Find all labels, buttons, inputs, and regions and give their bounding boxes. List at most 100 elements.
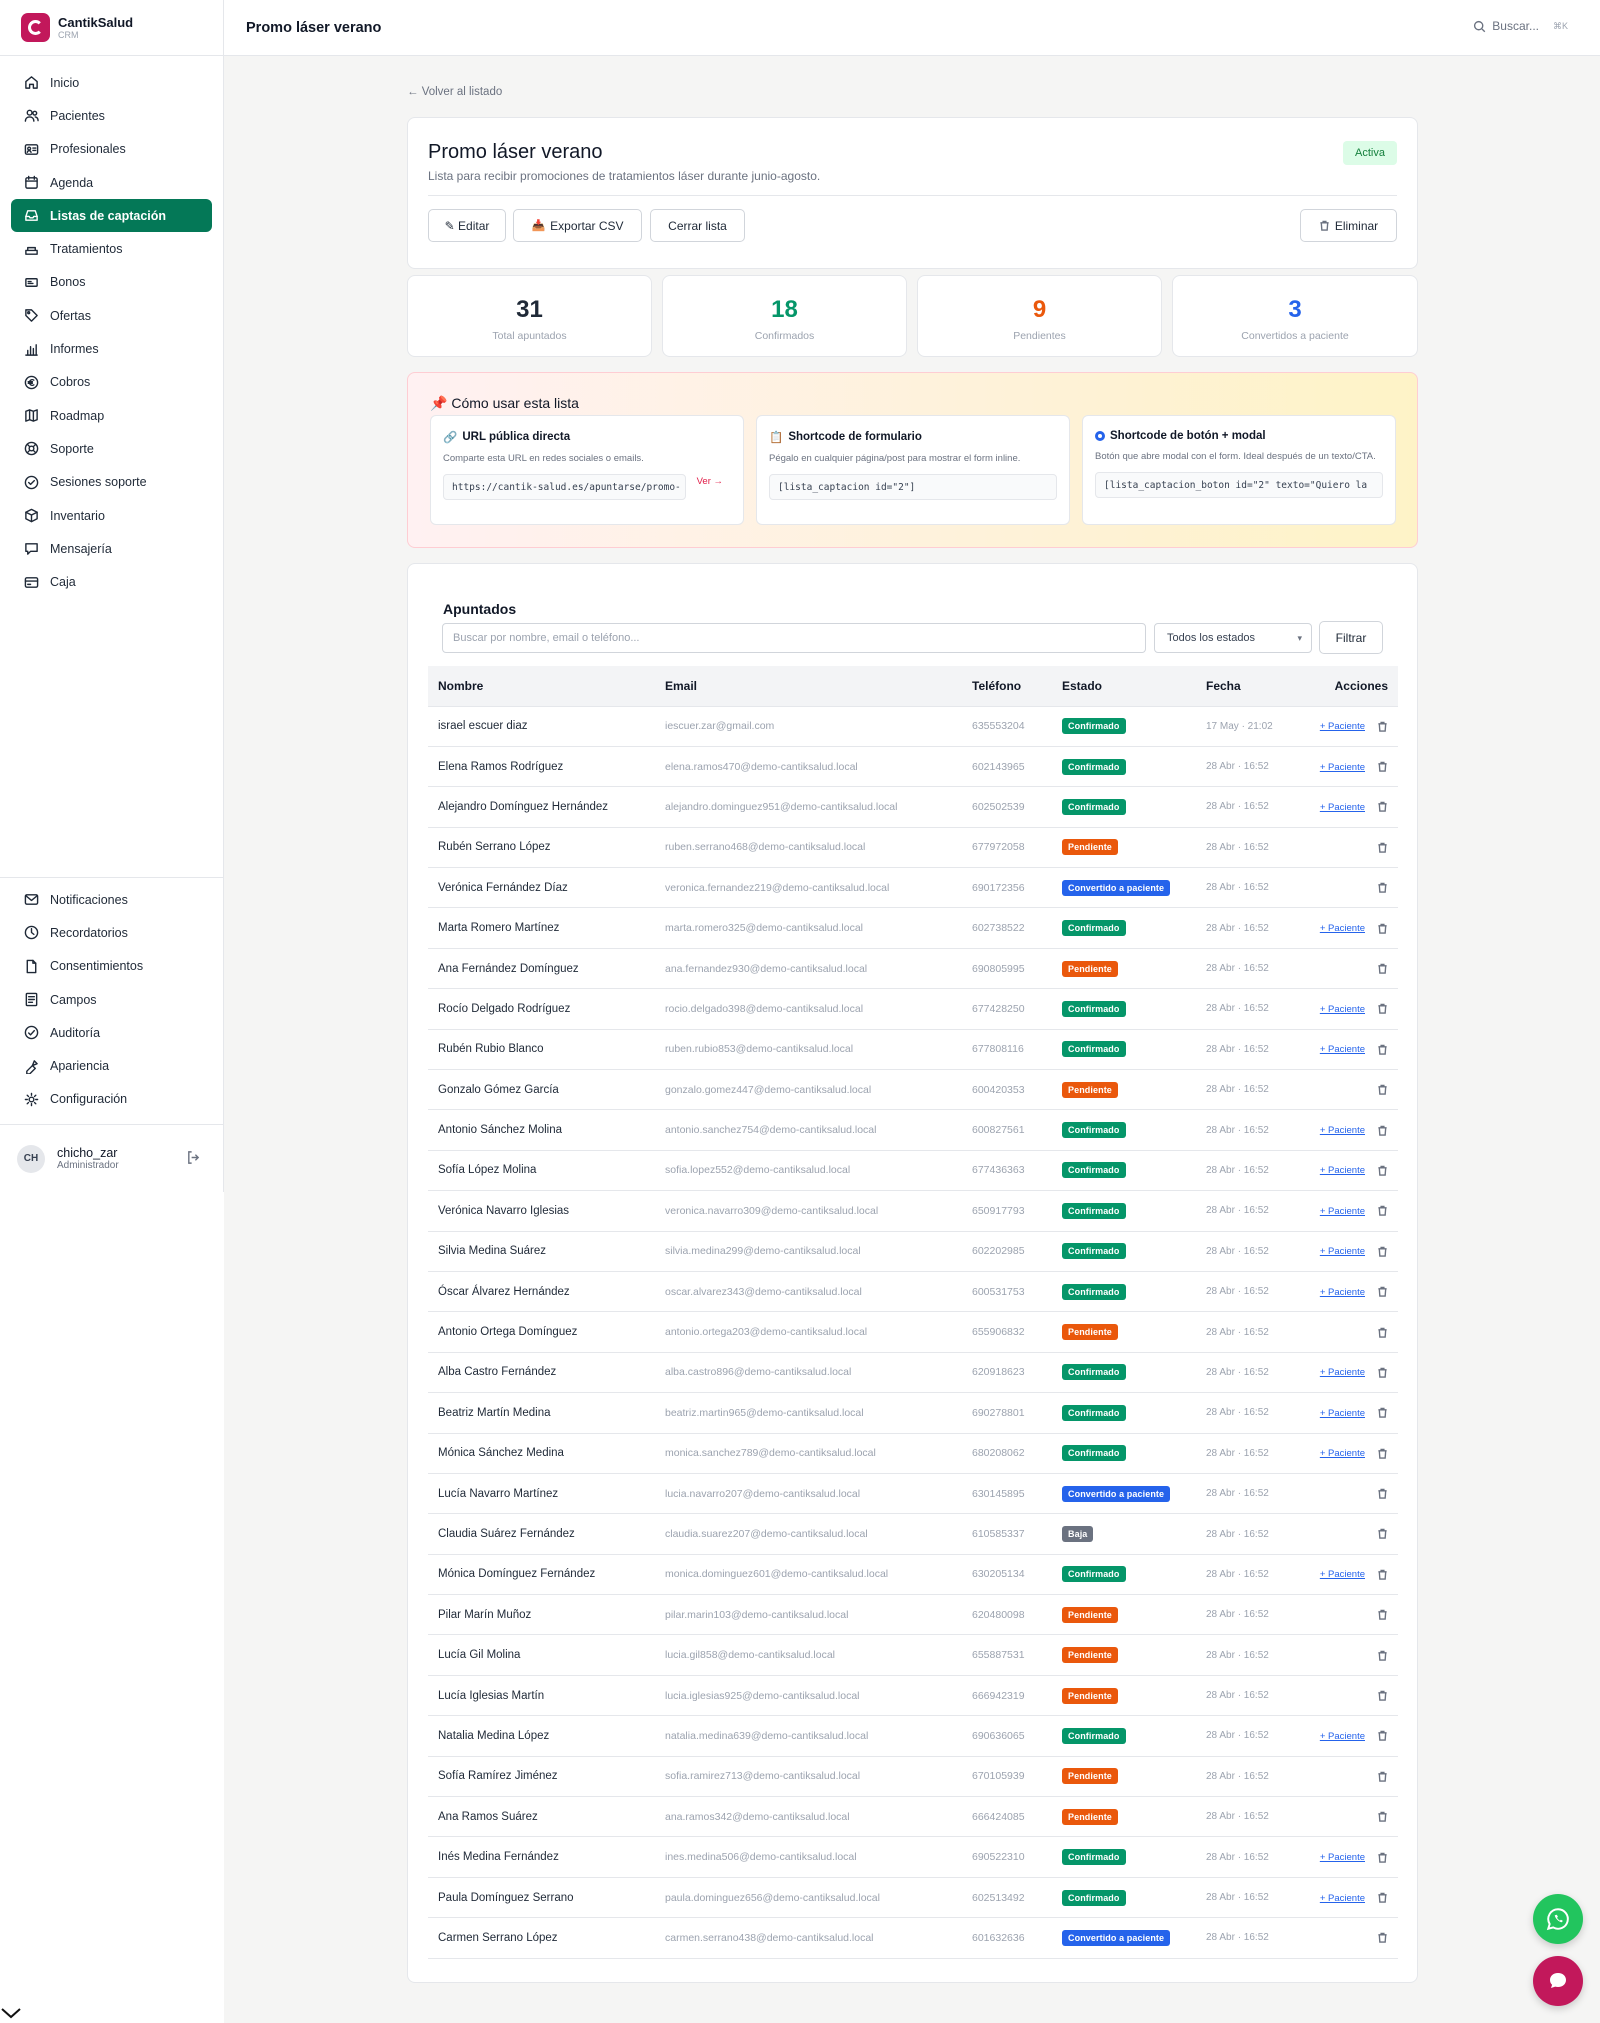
- sidebar-item-tratamientos[interactable]: Tratamientos: [11, 232, 212, 265]
- add-patient-link[interactable]: + Paciente: [1320, 1004, 1365, 1015]
- trash-icon[interactable]: [1377, 1569, 1388, 1580]
- add-patient-link[interactable]: + Paciente: [1320, 721, 1365, 732]
- add-patient-link[interactable]: + Paciente: [1320, 1448, 1365, 1459]
- trash-icon[interactable]: [1377, 1044, 1388, 1055]
- trash-icon[interactable]: [1377, 1084, 1388, 1095]
- add-patient-link[interactable]: + Paciente: [1320, 1852, 1365, 1863]
- trash-icon[interactable]: [1377, 801, 1388, 813]
- add-patient-link[interactable]: + Paciente: [1320, 1731, 1365, 1742]
- export-csv-label: Exportar CSV: [550, 218, 624, 233]
- sidebar-item-listas-de-captaci-n[interactable]: Listas de captación: [11, 199, 212, 233]
- column-header-email[interactable]: Email: [655, 666, 962, 707]
- trash-icon[interactable]: [1377, 1690, 1388, 1701]
- trash-icon[interactable]: [1377, 761, 1388, 772]
- sidebar-item-bonos[interactable]: Bonos: [11, 266, 212, 299]
- view-link[interactable]: Ver →: [697, 476, 723, 487]
- sidebar-item-mensajer-a[interactable]: Mensajería: [11, 532, 212, 565]
- trash-icon[interactable]: [1377, 1852, 1388, 1863]
- add-patient-link[interactable]: + Paciente: [1320, 1367, 1365, 1378]
- add-patient-link[interactable]: + Paciente: [1320, 1246, 1365, 1257]
- trash-icon[interactable]: [1377, 1528, 1388, 1540]
- trash-icon[interactable]: [1377, 1892, 1388, 1903]
- add-patient-link[interactable]: + Paciente: [1320, 762, 1365, 773]
- trash-icon[interactable]: [1377, 1327, 1388, 1338]
- add-patient-link[interactable]: + Paciente: [1320, 923, 1365, 934]
- brand[interactable]: CantikSalud CRM: [0, 0, 223, 56]
- trash-icon[interactable]: [1377, 963, 1388, 974]
- sidebar-item-roadmap[interactable]: Roadmap: [11, 399, 212, 432]
- row-status: Confirmado: [1052, 1271, 1196, 1313]
- trash-icon[interactable]: [1377, 1609, 1388, 1621]
- form-shortcode-code[interactable]: [lista_captacion id="2"]: [769, 474, 1057, 500]
- row-email: beatriz.martin965@demo-cantiksalud.local: [655, 1392, 962, 1434]
- delete-button[interactable]: Eliminar: [1300, 209, 1397, 242]
- trash-icon[interactable]: [1377, 882, 1388, 893]
- trash-icon[interactable]: [1377, 1367, 1388, 1378]
- add-patient-link[interactable]: + Paciente: [1320, 1125, 1365, 1136]
- sidebar-item-profesionales[interactable]: Profesionales: [11, 133, 212, 166]
- add-patient-link[interactable]: + Paciente: [1320, 1893, 1365, 1904]
- trash-icon[interactable]: [1377, 1730, 1388, 1742]
- chevron-down-icon[interactable]: [0, 2006, 22, 2020]
- trash-icon[interactable]: [1377, 721, 1388, 732]
- sidebar-item-soporte[interactable]: Soporte: [11, 432, 212, 465]
- add-patient-link[interactable]: + Paciente: [1320, 1044, 1365, 1055]
- trash-icon[interactable]: [1377, 1811, 1388, 1822]
- close-list-button[interactable]: Cerrar lista: [650, 209, 745, 242]
- subscribers-search-input[interactable]: Buscar por nombre, email o teléfono...: [442, 623, 1146, 653]
- edit-button[interactable]: ✎ Editar: [428, 209, 506, 242]
- row-phone: 690522310: [962, 1836, 1052, 1878]
- sidebar-item-notificaciones[interactable]: Notificaciones: [11, 883, 213, 916]
- public-url-code[interactable]: https://cantik-salud.es/apuntarse/promo-: [443, 474, 686, 500]
- logout-icon[interactable]: [186, 1150, 202, 1166]
- sidebar-item-informes[interactable]: Informes: [11, 332, 212, 365]
- sidebar-item-caja[interactable]: Caja: [11, 565, 212, 598]
- trash-icon[interactable]: [1377, 1771, 1388, 1782]
- sidebar-item-configuraci-n[interactable]: Configuración: [11, 1083, 213, 1116]
- add-patient-link[interactable]: + Paciente: [1320, 1165, 1365, 1176]
- global-search[interactable]: Buscar... ⌘K: [1473, 19, 1568, 33]
- trash-icon[interactable]: [1377, 1932, 1388, 1944]
- filter-button[interactable]: Filtrar: [1319, 621, 1383, 654]
- sidebar-item-sesiones-soporte[interactable]: Sesiones soporte: [11, 466, 212, 499]
- chat-widget-button[interactable]: [1533, 1956, 1583, 2006]
- trash-icon[interactable]: [1377, 1125, 1388, 1136]
- sidebar-item-auditor-a[interactable]: Auditoría: [11, 1016, 213, 1049]
- trash-icon[interactable]: [1377, 1448, 1388, 1459]
- sidebar-item-agenda[interactable]: Agenda: [11, 166, 212, 199]
- export-csv-button[interactable]: 📥 Exportar CSV: [513, 209, 642, 242]
- trash-icon[interactable]: [1377, 1488, 1388, 1499]
- column-header-name[interactable]: Nombre: [428, 666, 655, 707]
- sidebar-item-cobros[interactable]: Cobros: [11, 366, 212, 399]
- back-link[interactable]: ← Volver al listado: [407, 86, 502, 98]
- status-filter-select[interactable]: Todos los estados ▾: [1154, 623, 1312, 653]
- column-header-status[interactable]: Estado: [1052, 666, 1196, 707]
- sidebar-item-apariencia[interactable]: Apariencia: [11, 1049, 213, 1082]
- trash-icon[interactable]: [1377, 923, 1388, 934]
- sidebar-item-ofertas[interactable]: Ofertas: [11, 299, 212, 332]
- add-patient-link[interactable]: + Paciente: [1320, 1206, 1365, 1217]
- trash-icon[interactable]: [1377, 1003, 1388, 1015]
- trash-icon[interactable]: [1377, 1165, 1388, 1176]
- column-header-phone[interactable]: Teléfono: [962, 666, 1052, 707]
- trash-icon[interactable]: [1377, 1205, 1388, 1217]
- column-header-date[interactable]: Fecha: [1196, 666, 1288, 707]
- add-patient-link[interactable]: + Paciente: [1320, 1408, 1365, 1419]
- add-patient-link[interactable]: + Paciente: [1320, 1569, 1365, 1580]
- sidebar-item-inventario[interactable]: Inventario: [11, 499, 212, 532]
- whatsapp-button[interactable]: [1533, 1894, 1583, 1944]
- sidebar-item-campos[interactable]: Campos: [11, 983, 213, 1016]
- button-shortcode-code[interactable]: [lista_captacion_boton id="2" texto="Qui…: [1095, 472, 1383, 498]
- sidebar-item-recordatorios[interactable]: Recordatorios: [11, 916, 213, 949]
- user-profile[interactable]: CH chicho_zar Administrador: [0, 1124, 224, 1192]
- trash-icon[interactable]: [1377, 842, 1388, 853]
- trash-icon[interactable]: [1377, 1246, 1388, 1257]
- sidebar-item-pacientes[interactable]: Pacientes: [11, 99, 212, 132]
- sidebar-item-inicio[interactable]: Inicio: [11, 66, 212, 99]
- add-patient-link[interactable]: + Paciente: [1320, 802, 1365, 813]
- trash-icon[interactable]: [1377, 1650, 1388, 1661]
- sidebar-item-consentimientos[interactable]: Consentimientos: [11, 950, 213, 983]
- add-patient-link[interactable]: + Paciente: [1320, 1287, 1365, 1298]
- trash-icon[interactable]: [1377, 1407, 1388, 1419]
- trash-icon[interactable]: [1377, 1286, 1388, 1297]
